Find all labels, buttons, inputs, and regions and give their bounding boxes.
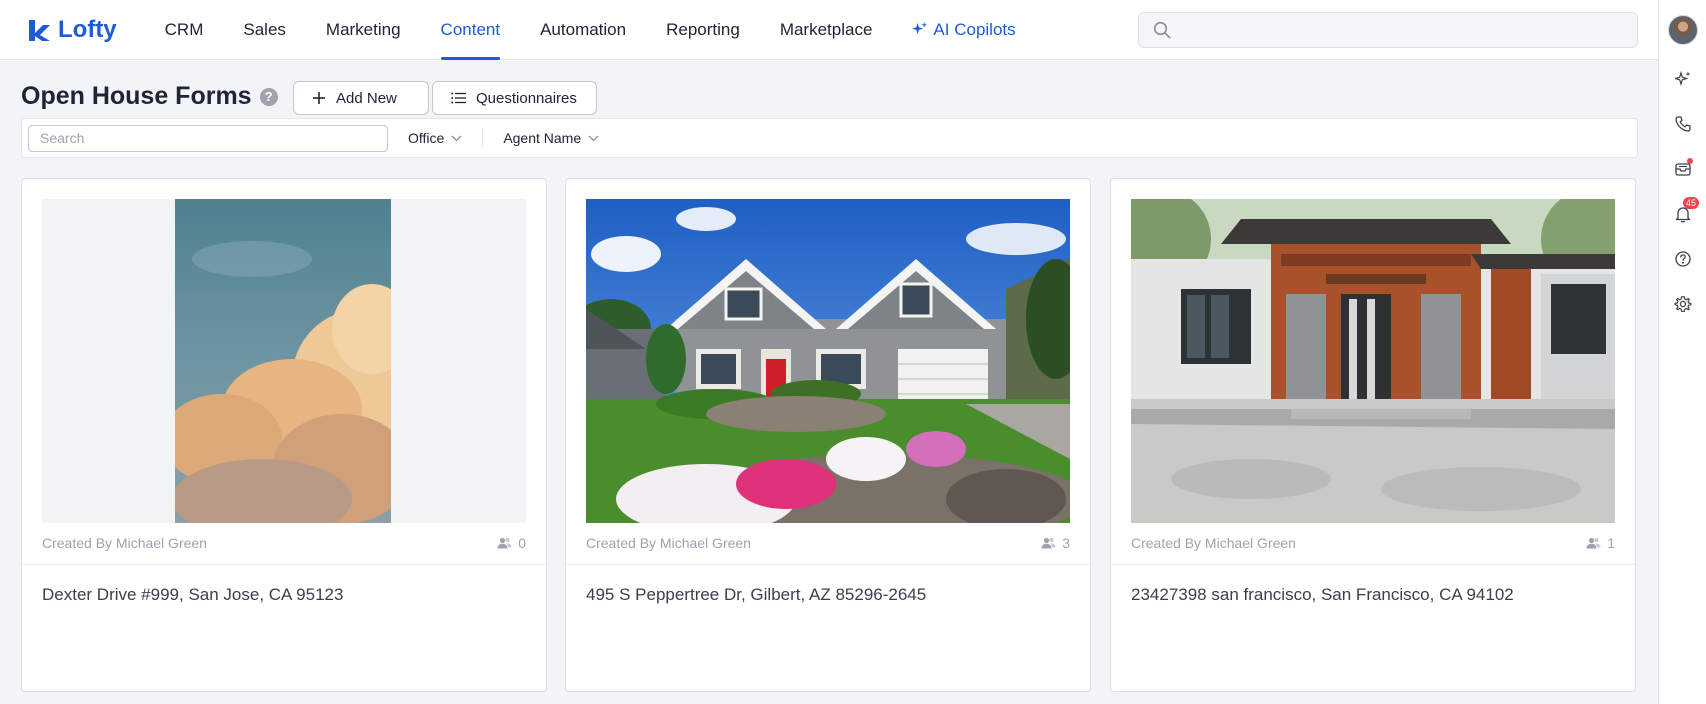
top-navigation: Lofty CRM Sales Marketing Content Automa… — [0, 0, 1658, 60]
created-by: Created By Michael Green — [42, 535, 207, 551]
nav-item-crm[interactable]: CRM — [145, 0, 224, 60]
list-icon — [451, 92, 466, 104]
main-nav: CRM Sales Marketing Content Automation R… — [145, 0, 1036, 60]
sparkle-icon — [912, 22, 928, 35]
ai-copilots-label: AI Copilots — [933, 20, 1016, 39]
users-icon — [1586, 537, 1601, 549]
help-circle-icon[interactable] — [1671, 247, 1695, 271]
created-by: Created By Michael Green — [1131, 535, 1296, 551]
submission-count-value: 3 — [1062, 535, 1070, 551]
lofty-logo-icon — [29, 19, 50, 41]
card-address: 495 S Peppertree Dr, Gilbert, AZ 85296-2… — [586, 585, 927, 604]
add-new-label: Add New — [336, 89, 397, 107]
nav-item-content[interactable]: Content — [421, 0, 521, 60]
users-icon — [1041, 537, 1056, 549]
open-house-card[interactable]: Created By Michael Green 0 Dexter Drive … — [21, 178, 547, 692]
inbox-icon[interactable] — [1671, 157, 1695, 181]
submission-count-value: 1 — [1607, 535, 1615, 551]
add-new-button[interactable]: Add New — [293, 81, 429, 115]
questionnaires-button[interactable]: Questionnaires — [432, 81, 597, 115]
card-address: Dexter Drive #999, San Jose, CA 95123 — [42, 585, 344, 604]
card-meta: Created By Michael Green 3 — [586, 535, 1070, 551]
global-search[interactable] — [1138, 12, 1638, 48]
user-avatar[interactable] — [1668, 15, 1698, 45]
nav-item-ai-copilots[interactable]: AI Copilots — [892, 0, 1035, 60]
brand-name: Lofty — [58, 15, 117, 43]
inbox-unread-dot — [1687, 158, 1693, 164]
bell-icon[interactable]: 45 — [1671, 197, 1700, 226]
card-image-modern-house — [1131, 199, 1615, 523]
submission-count: 1 — [1586, 535, 1615, 551]
card-image-frame — [586, 199, 1070, 523]
sparkle-icon[interactable] — [1671, 67, 1695, 91]
search-icon — [1153, 21, 1171, 39]
submission-count: 0 — [497, 535, 526, 551]
office-dropdown-label: Office — [408, 130, 445, 146]
card-image-frame — [42, 199, 526, 523]
lofty-logo[interactable]: Lofty — [26, 16, 117, 44]
nav-item-marketplace[interactable]: Marketplace — [760, 0, 893, 60]
nav-item-automation[interactable]: Automation — [520, 0, 646, 60]
card-divider — [22, 564, 546, 565]
nav-item-sales[interactable]: Sales — [223, 0, 306, 60]
plus-icon — [313, 92, 325, 104]
agent-name-dropdown-label: Agent Name — [503, 130, 582, 146]
card-meta: Created By Michael Green 1 — [1131, 535, 1615, 551]
filter-bar: Office Agent Name — [21, 118, 1638, 158]
nav-item-reporting[interactable]: Reporting — [646, 0, 760, 60]
open-house-card[interactable]: Created By Michael Green 3 495 S Peppert… — [565, 178, 1091, 692]
gear-icon[interactable] — [1671, 292, 1695, 316]
questionnaires-label: Questionnaires — [476, 89, 577, 107]
users-icon — [497, 537, 512, 549]
office-dropdown[interactable]: Office — [388, 130, 482, 146]
chevron-down-icon — [451, 135, 462, 141]
card-image-frame — [1131, 199, 1615, 523]
open-house-card[interactable]: Created By Michael Green 1 23427398 san … — [1110, 178, 1636, 692]
global-search-input[interactable] — [1181, 21, 1637, 39]
notification-badge: 45 — [1683, 197, 1700, 209]
card-divider — [566, 564, 1090, 565]
help-icon[interactable]: ? — [259, 87, 278, 106]
card-divider — [1111, 564, 1635, 565]
submission-count-value: 0 — [518, 535, 526, 551]
chevron-down-icon — [588, 135, 599, 141]
page-title: Open House Forms ? — [21, 82, 278, 111]
phone-icon[interactable] — [1671, 112, 1695, 136]
created-by: Created By Michael Green — [586, 535, 751, 551]
card-image-house — [586, 199, 1070, 523]
nav-item-marketing[interactable]: Marketing — [306, 0, 421, 60]
agent-name-dropdown[interactable]: Agent Name — [483, 130, 619, 146]
page-title-text: Open House Forms — [21, 82, 252, 110]
card-meta: Created By Michael Green 0 — [42, 535, 526, 551]
search-input[interactable] — [28, 124, 388, 152]
card-address: 23427398 san francisco, San Francisco, C… — [1131, 585, 1514, 604]
card-image-clouds — [42, 199, 526, 523]
submission-count: 3 — [1041, 535, 1070, 551]
right-rail: 45 — [1658, 0, 1706, 704]
